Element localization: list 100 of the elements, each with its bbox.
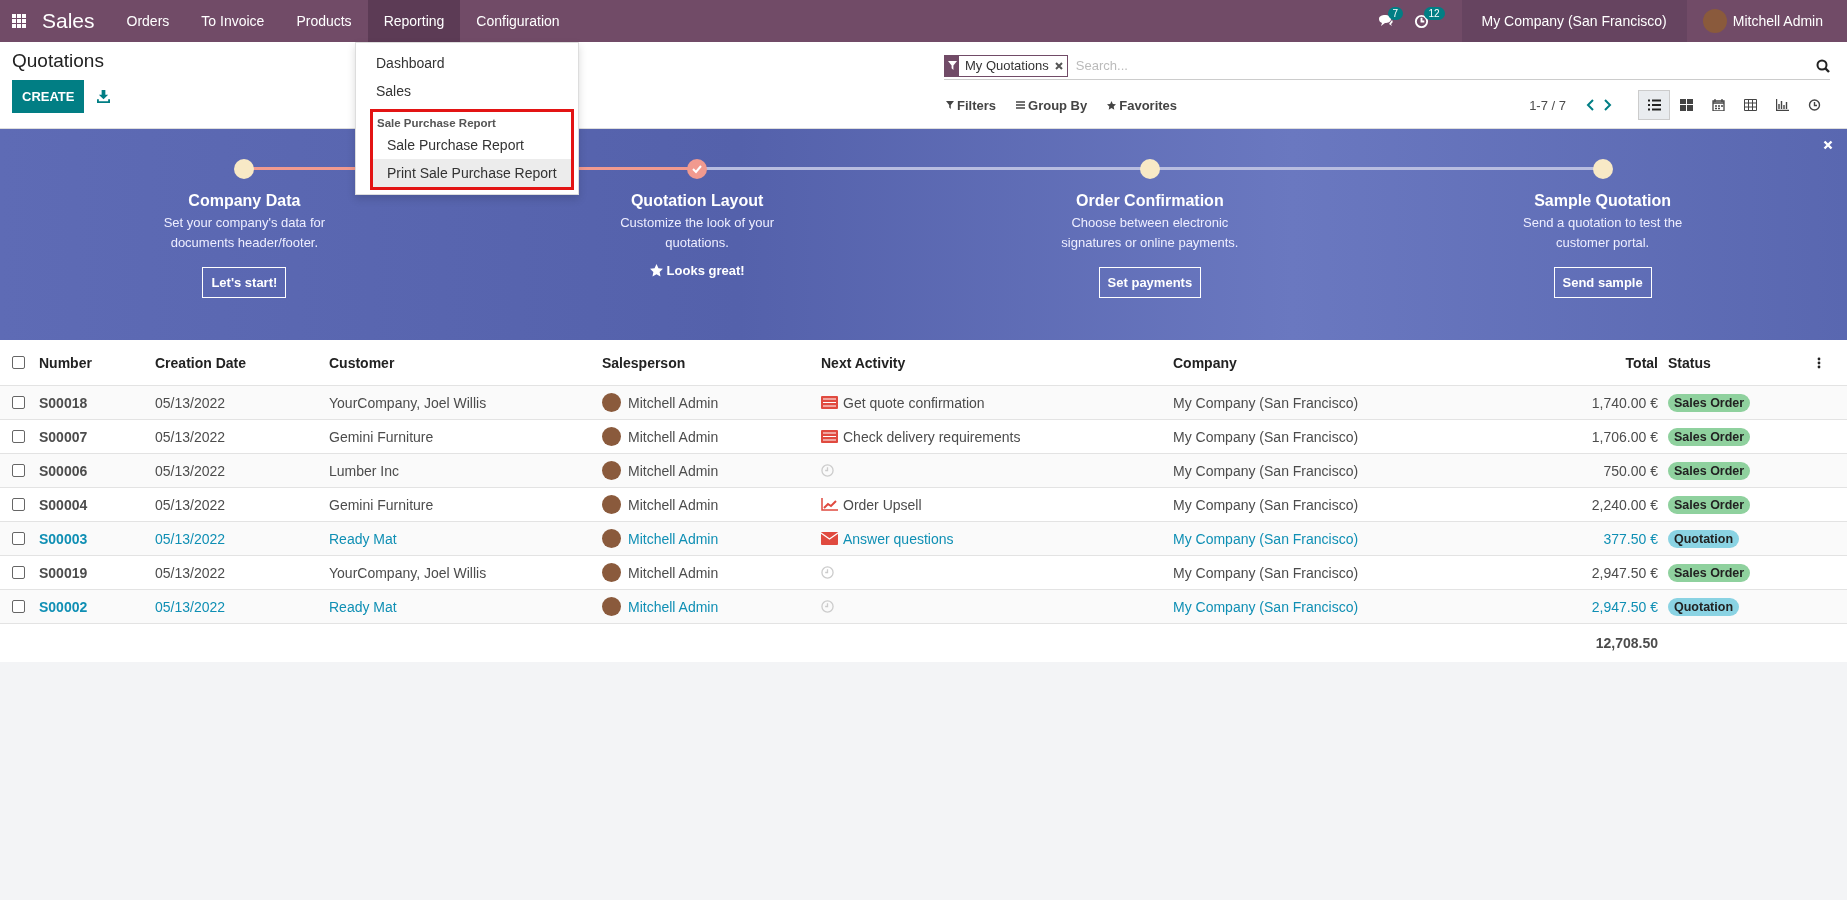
table-cell-text: S00018 [39, 394, 89, 411]
menu-item[interactable]: To Invoice [185, 0, 281, 42]
pager-value: 1-7 / 7 [1529, 97, 1566, 113]
remove-facet-icon[interactable] [1054, 61, 1063, 70]
group-by-button[interactable]: Group By [1014, 97, 1100, 113]
tasks-icon[interactable] [821, 396, 838, 409]
column-header[interactable]: Creation Date [155, 354, 329, 371]
activity-label[interactable]: Check delivery requirements [843, 428, 1021, 445]
table-cell-text: 1,740.00 € [1590, 394, 1659, 411]
download-icon[interactable] [97, 90, 111, 103]
row-checkbox[interactable] [12, 498, 25, 511]
close-icon[interactable] [1823, 140, 1833, 150]
avatar-icon [602, 393, 621, 412]
line-chart-icon[interactable] [821, 498, 838, 511]
table-cell-text: S00002 [39, 598, 89, 615]
column-header[interactable]: Next Activity [821, 354, 1173, 371]
tasks-icon[interactable] [821, 430, 838, 443]
step-title: Sample Quotation [1534, 192, 1672, 210]
table-cell-text: My Company (San Francisco) [1173, 428, 1360, 445]
user-name[interactable]: Mitchell Admin [1732, 13, 1823, 29]
search-icon[interactable] [1816, 58, 1830, 73]
filter-icon [946, 101, 954, 109]
menu-item[interactable]: Reporting [367, 0, 461, 42]
column-header[interactable]: Customer [329, 354, 602, 371]
table-cell-text: 05/13/2022 [155, 564, 227, 581]
dropdown-header: Sale Purchase Report [376, 116, 497, 131]
app-grid-icon[interactable] [12, 14, 26, 28]
table-cell-text: S00003 [39, 530, 89, 547]
avatar-icon [602, 461, 621, 480]
column-header[interactable]: Number [39, 354, 155, 371]
more-options-icon[interactable] [1817, 356, 1821, 369]
step-title: Order Confirmation [1076, 192, 1224, 210]
table-cell-text: 377.50 € [1602, 530, 1659, 547]
table-cell-text: Gemini Furniture [329, 496, 435, 513]
menu-item[interactable]: Products [280, 0, 368, 42]
status-badge: Sales Order [1668, 461, 1751, 480]
table-cell-text: Ready Mat [329, 530, 398, 547]
avatar-icon [602, 597, 621, 616]
table-cell: Mitchell Admin [628, 394, 719, 411]
row-checkbox[interactable] [12, 430, 25, 443]
dropdown-item[interactable]: Dashboard [356, 49, 578, 77]
step-button[interactable]: Send sample [1553, 267, 1652, 298]
dropdown-item[interactable]: Print Sale Purchase Report [373, 159, 571, 187]
table-cell: Mitchell Admin [628, 462, 719, 479]
step-description: Choose between electronic signatures or online payments. [1060, 214, 1240, 252]
status-badge: Sales Order [1668, 393, 1751, 412]
pivot-icon [1743, 99, 1757, 111]
kanban-icon [1679, 99, 1693, 111]
create-button[interactable]: CREATE [12, 80, 85, 113]
column-header[interactable]: Salesperson [602, 354, 821, 371]
activity-label[interactable]: Order Upsell [843, 496, 922, 513]
row-checkbox[interactable] [12, 600, 25, 613]
column-header[interactable]: Company [1173, 354, 1500, 371]
column-header[interactable]: Total [1500, 354, 1668, 371]
step-button[interactable]: Set payments [1098, 267, 1202, 298]
next-icon[interactable] [1602, 99, 1612, 111]
table-cell-text: 2,947.50 € [1590, 598, 1659, 615]
app-name[interactable]: Sales [42, 9, 95, 33]
list-view-button[interactable] [1638, 90, 1670, 120]
filters-button[interactable]: Filters [944, 97, 1008, 113]
graph-icon [1775, 99, 1789, 111]
table-cell-text: S00019 [39, 564, 89, 581]
table-cell-text: My Company (San Francisco) [1173, 564, 1360, 581]
select-all-checkbox[interactable] [12, 356, 25, 369]
status-badge: Sales Order [1668, 427, 1751, 446]
avatar-icon [602, 563, 621, 582]
table-cell-text: S00007 [39, 428, 89, 445]
favorites-button[interactable]: Favorites [1105, 97, 1190, 113]
menu-item[interactable]: Configuration [460, 0, 576, 42]
envelope-icon[interactable] [821, 532, 838, 545]
dropdown-item[interactable]: Sale Purchase Report [373, 131, 571, 159]
table-cell-text: My Company (San Francisco) [1173, 394, 1360, 411]
activity-count-badge: 12 [1423, 7, 1445, 20]
table-cell-text: 05/13/2022 [155, 462, 227, 479]
avatar-icon [602, 529, 621, 548]
row-checkbox[interactable] [12, 396, 25, 409]
step-description: Set your company's data for documents header/footer. [162, 214, 327, 252]
table-cell: Mitchell Admin [628, 428, 719, 445]
avatar-icon [602, 427, 621, 446]
table-cell-text: My Company (San Francisco) [1173, 462, 1360, 479]
activity-label[interactable]: Get quote confirmation [843, 394, 985, 411]
dropdown-item[interactable]: Sales [356, 77, 578, 105]
menu-item[interactable]: Orders [110, 0, 186, 42]
row-checkbox[interactable] [12, 464, 25, 477]
row-checkbox[interactable] [12, 566, 25, 579]
status-badge: Sales Order [1668, 563, 1751, 582]
previous-icon[interactable] [1586, 99, 1596, 111]
search-facet[interactable]: My Quotations [944, 54, 1068, 77]
status-badge: Sales Order [1668, 495, 1751, 514]
company-switcher[interactable]: My Company (San Francisco) [1461, 0, 1687, 42]
row-checkbox[interactable] [12, 532, 25, 545]
step-done-label: Looks great! [666, 263, 745, 278]
chat-icon[interactable] [1377, 14, 1394, 28]
column-header[interactable]: Status [1668, 354, 1817, 371]
table-cell-text: Lumber Inc [329, 462, 401, 479]
step-button[interactable]: Let's start! [202, 267, 287, 298]
table-cell-text: 2,240.00 € [1590, 496, 1659, 513]
filter-icon [947, 61, 957, 70]
table-cell-text: YourCompany, Joel Willis [329, 394, 488, 411]
activity-label[interactable]: Answer questions [843, 530, 954, 547]
